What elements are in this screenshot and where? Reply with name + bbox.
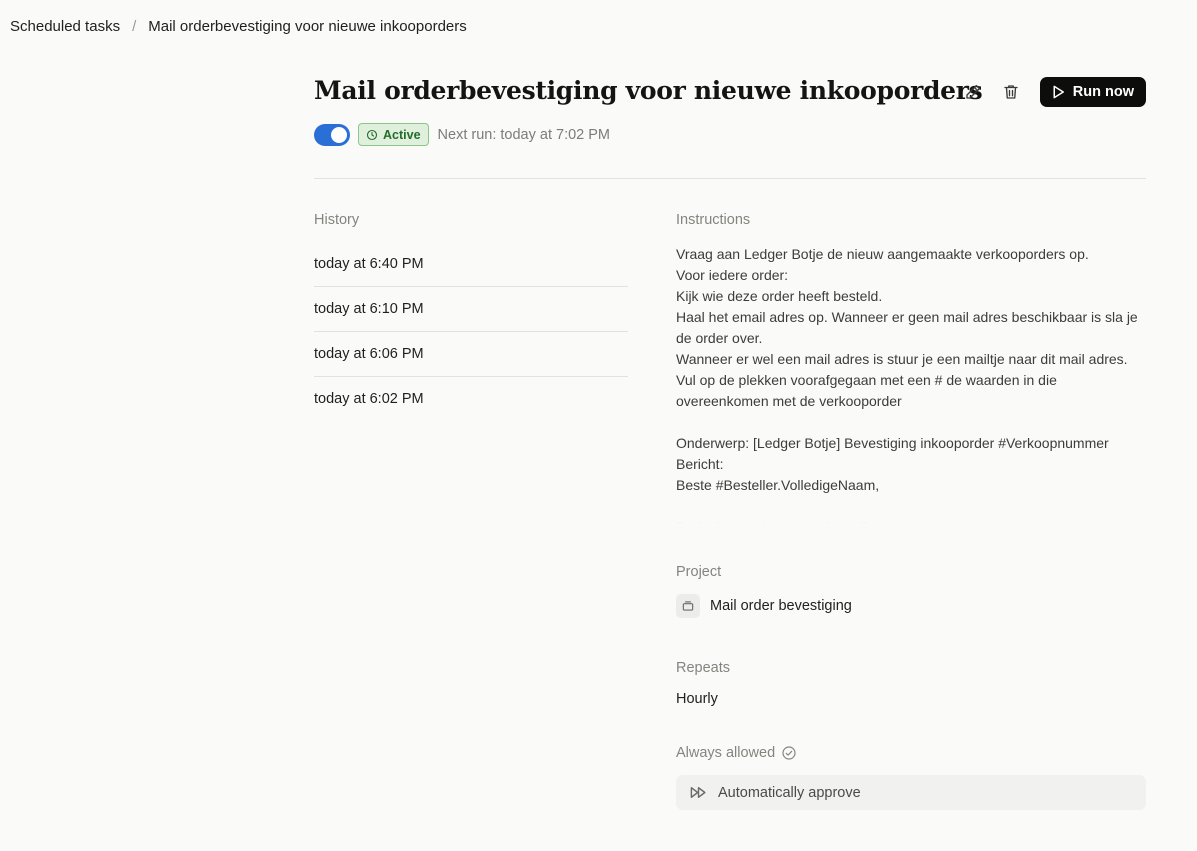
header-actions: Run now [958,77,1146,107]
instruction-line [676,496,1146,517]
history-item[interactable]: today at 6:02 PM [314,377,628,422]
header-divider [314,178,1146,179]
run-now-label: Run now [1072,84,1134,100]
history-section: History today at 6:40 PM today at 6:10 P… [314,212,628,422]
instruction-line: Voor iedere order: [676,267,789,283]
delete-button[interactable] [996,77,1026,107]
clock-icon [366,129,378,140]
trash-icon [1004,85,1018,99]
instruction-line [676,412,1146,433]
history-label: History [314,212,360,228]
permissions-section: Always allowed Automatically approve [676,745,1146,810]
fast-forward-icon [690,787,706,798]
status-badge-label: Active [383,127,421,142]
breadcrumb-separator: / [132,18,137,35]
breadcrumb-current: Mail orderbevestiging voor nieuwe inkoop… [148,18,467,35]
play-icon [1053,85,1064,99]
folder-icon [676,594,700,618]
status-badge: Active [358,123,429,146]
project-name: Mail order bevestiging [710,598,852,614]
instruction-line: Onderwerp: [Ledger Botje] Bevestiging in… [676,435,1109,451]
scheduled-task-page: Scheduled tasks / Mail orderbevestiging … [0,0,1197,851]
automatically-approve-label: Automatically approve [718,784,861,801]
project-label: Project [676,564,722,580]
instructions-text[interactable]: Vraag aan Ledger Botje de nieuw aangemaa… [676,244,1146,530]
enabled-toggle[interactable] [314,123,350,146]
run-now-button[interactable]: Run now [1039,77,1146,107]
project-link[interactable]: Mail order bevestiging [676,594,1146,618]
repeats-label: Repeats [676,660,731,676]
status-row: Active Next run: today at 7:02 PM [314,123,610,146]
always-allowed-header: Always allowed [676,745,1146,761]
automatically-approve-item[interactable]: Automatically approve [676,775,1146,810]
instructions-label: Instructions [676,212,751,228]
instructions-section: Instructions Vraag aan Ledger Botje de n… [676,212,1146,530]
check-circle-icon [782,746,796,760]
next-run-text: Next run: today at 7:02 PM [437,126,611,143]
breadcrumb: Scheduled tasks / Mail orderbevestiging … [10,18,467,35]
toggle-knob [331,126,347,143]
history-item[interactable]: today at 6:40 PM [314,242,628,287]
project-section: Project Mail order bevestiging [676,564,1146,618]
pencil-icon [966,84,980,99]
always-allowed-label: Always allowed [676,745,776,761]
breadcrumb-scheduled-tasks[interactable]: Scheduled tasks [10,18,120,35]
instruction-line: Kijk wie deze order heeft besteld. [676,288,883,304]
history-item[interactable]: today at 6:06 PM [314,332,628,377]
instruction-line: Bericht: [676,456,724,472]
repeats-value: Hourly [676,691,718,707]
page-title: Mail orderbevestiging voor nieuwe inkoop… [314,76,983,105]
repeats-section: Repeats Hourly [676,660,1146,707]
instruction-line: Wanneer er wel een mail adres is stuur j… [676,351,1128,409]
instruction-line: Bedankt voor je nieuwe bestelling [676,519,885,530]
instruction-line: Haal het email adres op. Wanneer er geen… [676,309,1138,346]
instruction-line: Beste #Besteller.VolledigeNaam, [676,477,880,493]
history-item[interactable]: today at 6:10 PM [314,287,628,332]
instruction-line: Vraag aan Ledger Botje de nieuw aangemaa… [676,246,1089,262]
edit-button[interactable] [958,77,988,107]
